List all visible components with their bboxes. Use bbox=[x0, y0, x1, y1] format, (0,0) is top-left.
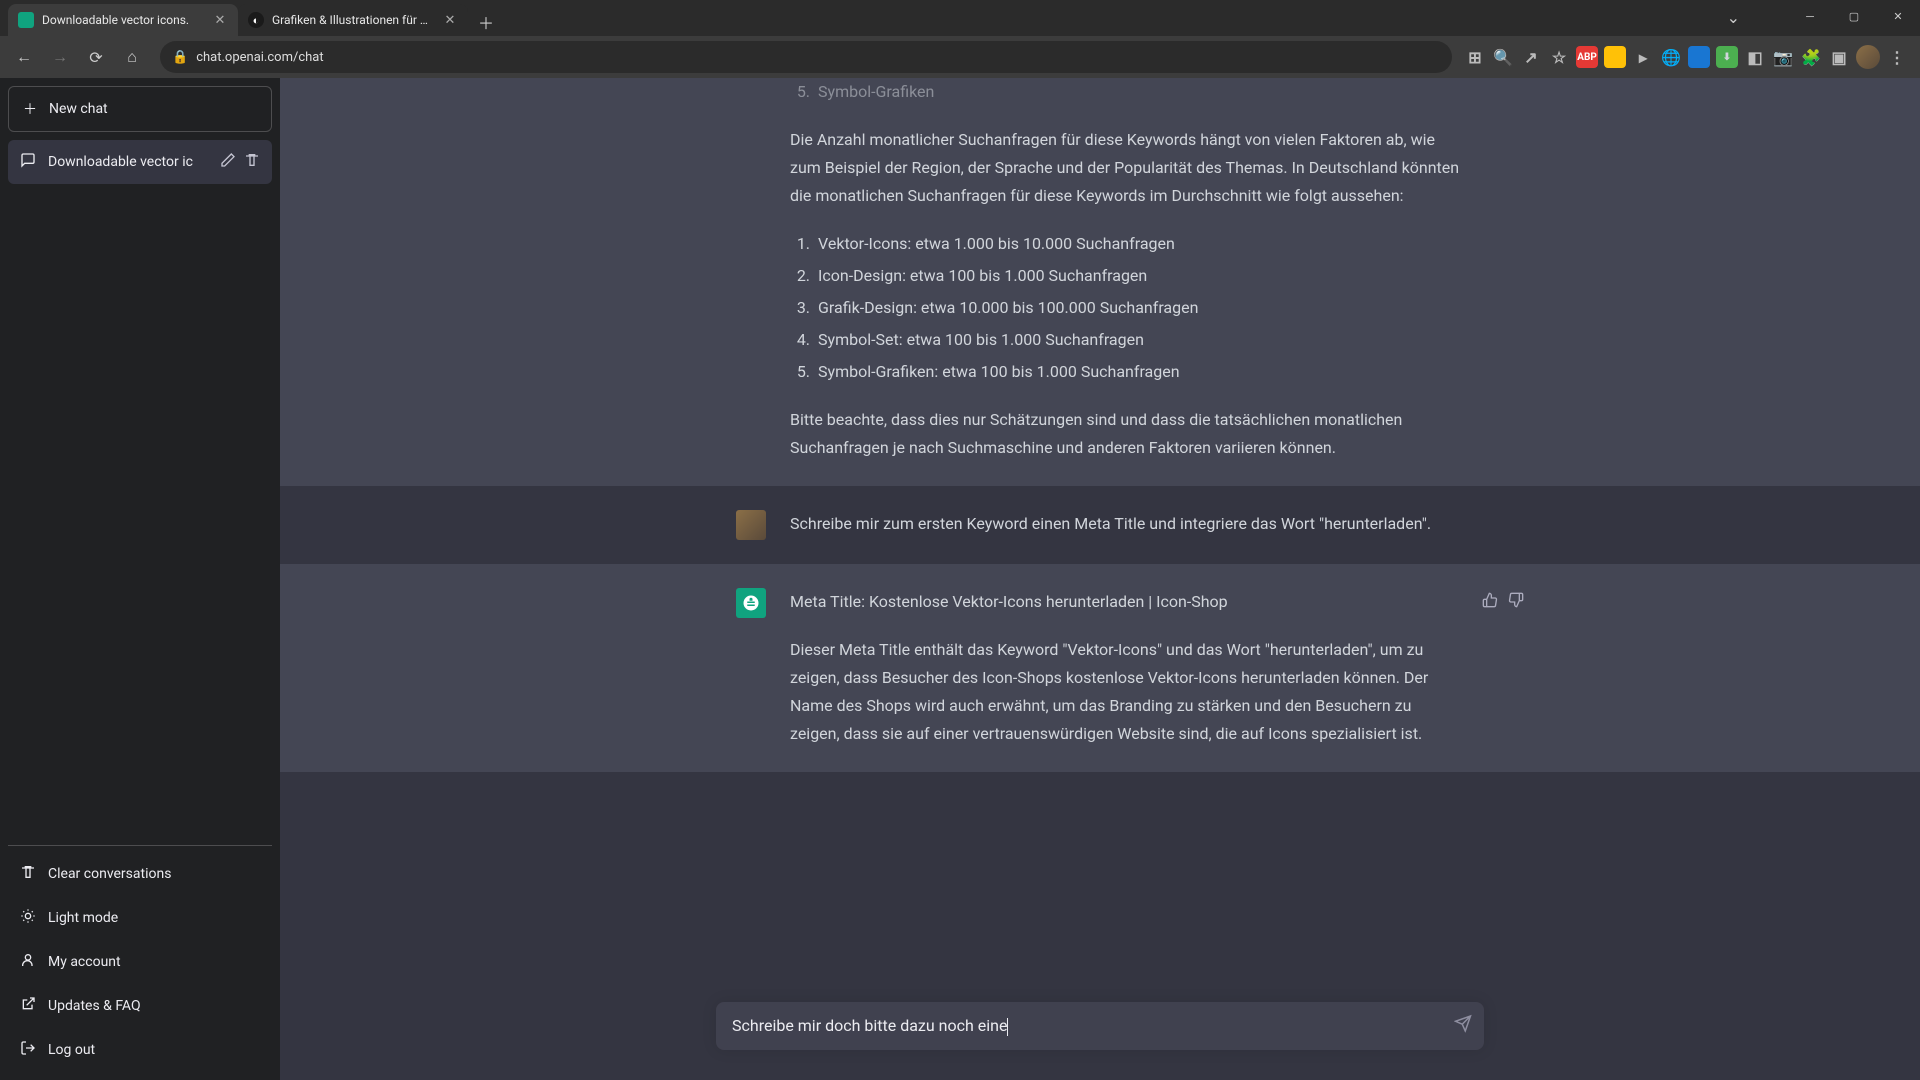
profile-avatar[interactable] bbox=[1856, 45, 1880, 69]
adblock-icon[interactable]: ABP bbox=[1576, 46, 1598, 68]
paragraph: Dieser Meta Title enthält das Keyword "V… bbox=[790, 636, 1464, 748]
star-icon[interactable]: ☆ bbox=[1548, 46, 1570, 68]
tab-close-icon[interactable]: ✕ bbox=[212, 12, 228, 28]
message-content: Symbol-Grafiken Die Anzahl monatlicher S… bbox=[790, 78, 1464, 462]
external-link-icon bbox=[20, 996, 36, 1016]
back-button[interactable]: ← bbox=[8, 41, 40, 73]
new-tab-button[interactable]: ＋ bbox=[472, 8, 500, 36]
list-item: Symbol-Set: etwa 100 bis 1.000 Suchanfra… bbox=[814, 326, 1464, 354]
new-chat-button[interactable]: ＋ New chat bbox=[8, 86, 272, 132]
thumbs-down-icon[interactable] bbox=[1508, 592, 1524, 612]
puzzle-icon[interactable]: 🧩 bbox=[1800, 46, 1822, 68]
tab-title: Downloadable vector icons. bbox=[42, 13, 204, 27]
new-chat-label: New chat bbox=[49, 101, 108, 117]
camera-icon[interactable]: 📷 bbox=[1772, 46, 1794, 68]
input-value: Schreibe mir doch bitte dazu noch eine bbox=[732, 1016, 1007, 1035]
logout-button[interactable]: Log out bbox=[8, 1028, 272, 1072]
home-button[interactable]: ⌂ bbox=[116, 41, 148, 73]
sidebar: ＋ New chat Downloadable vector ic bbox=[0, 78, 280, 1080]
extension-icon[interactable]: ▸ bbox=[1632, 46, 1654, 68]
extension-icon[interactable] bbox=[1688, 46, 1710, 68]
conversation-item[interactable]: Downloadable vector ic bbox=[8, 140, 272, 184]
list-item: Symbol-Grafiken bbox=[814, 78, 1464, 106]
ai-message: Meta Title: Kostenlose Vektor-Icons heru… bbox=[280, 564, 1920, 772]
light-mode-button[interactable]: Light mode bbox=[8, 896, 272, 940]
sun-icon bbox=[20, 908, 36, 928]
conversation-title: Downloadable vector ic bbox=[48, 154, 208, 170]
chat-input[interactable]: Schreibe mir doch bitte dazu noch eine bbox=[716, 1002, 1484, 1050]
logout-label: Log out bbox=[48, 1042, 95, 1058]
ai-avatar bbox=[736, 588, 766, 618]
forward-button[interactable]: → bbox=[44, 41, 76, 73]
light-mode-label: Light mode bbox=[48, 910, 118, 926]
tab-title: Grafiken & Illustrationen für Vekt bbox=[272, 13, 434, 27]
globe-icon[interactable]: 🌐 bbox=[1660, 46, 1682, 68]
trash-icon[interactable] bbox=[244, 152, 260, 172]
meta-title-line: Meta Title: Kostenlose Vektor-Icons heru… bbox=[790, 588, 1464, 616]
message-content: Schreibe mir zum ersten Keyword einen Me… bbox=[790, 510, 1464, 540]
text-cursor-icon bbox=[1007, 1018, 1008, 1036]
input-area: Schreibe mir doch bitte dazu noch eine bbox=[280, 1002, 1920, 1080]
list-item: Grafik-Design: etwa 10.000 bis 100.000 S… bbox=[814, 294, 1464, 322]
extension-icon[interactable]: ◧ bbox=[1744, 46, 1766, 68]
plus-icon: ＋ bbox=[23, 99, 37, 119]
url-text: chat.openai.com/chat bbox=[196, 50, 1440, 65]
list-item: Vektor-Icons: etwa 1.000 bis 10.000 Such… bbox=[814, 230, 1464, 258]
tab-close-icon[interactable]: ✕ bbox=[442, 12, 458, 28]
list-item: Symbol-Grafiken: etwa 100 bis 1.000 Such… bbox=[814, 358, 1464, 386]
user-message: Schreibe mir zum ersten Keyword einen Me… bbox=[280, 486, 1920, 564]
browser-chrome: Downloadable vector icons. ✕ ◐ Grafiken … bbox=[0, 0, 1920, 78]
window-close-button[interactable]: ✕ bbox=[1876, 0, 1920, 32]
window-maximize-button[interactable]: ▢ bbox=[1832, 0, 1876, 32]
my-account-button[interactable]: My account bbox=[8, 940, 272, 984]
clear-conversations-button[interactable]: Clear conversations bbox=[8, 852, 272, 896]
extension-icon[interactable] bbox=[1604, 46, 1626, 68]
menu-icon[interactable]: ⋮ bbox=[1886, 46, 1908, 68]
account-label: My account bbox=[48, 954, 121, 970]
chat-icon bbox=[20, 152, 36, 172]
reload-button[interactable]: ⟳ bbox=[80, 41, 112, 73]
app: ＋ New chat Downloadable vector ic bbox=[0, 78, 1920, 1080]
thumbs-up-icon[interactable] bbox=[1482, 592, 1498, 612]
translate-icon[interactable]: ⊞ bbox=[1464, 46, 1486, 68]
tab-dropdown-icon[interactable]: ⌄ bbox=[1727, 8, 1740, 27]
logout-icon bbox=[20, 1040, 36, 1060]
lock-icon: 🔒 bbox=[172, 50, 188, 65]
paragraph: Die Anzahl monatlicher Suchanfragen für … bbox=[790, 126, 1464, 210]
edit-icon[interactable] bbox=[220, 152, 236, 172]
user-text: Schreibe mir zum ersten Keyword einen Me… bbox=[790, 510, 1464, 538]
favicon-openai-icon bbox=[18, 12, 34, 28]
message-feedback bbox=[1482, 592, 1524, 612]
user-icon bbox=[20, 952, 36, 972]
share-icon[interactable]: ↗ bbox=[1520, 46, 1542, 68]
zoom-icon[interactable]: 🔍 bbox=[1492, 46, 1514, 68]
trash-icon bbox=[20, 864, 36, 884]
message-content: Meta Title: Kostenlose Vektor-Icons heru… bbox=[790, 588, 1464, 748]
clear-label: Clear conversations bbox=[48, 866, 171, 882]
download-icon[interactable]: ⬇ bbox=[1716, 46, 1738, 68]
main-chat: Symbol-Grafiken Die Anzahl monatlicher S… bbox=[280, 78, 1920, 1080]
favicon-icon: ◐ bbox=[248, 12, 264, 28]
extension-icons: ⊞ 🔍 ↗ ☆ ABP ▸ 🌐 ⬇ ◧ 📷 🧩 ▣ ⋮ bbox=[1464, 45, 1912, 69]
browser-tab-0[interactable]: Downloadable vector icons. ✕ bbox=[8, 4, 238, 36]
user-avatar bbox=[736, 510, 766, 540]
send-button[interactable] bbox=[1454, 1015, 1472, 1038]
paragraph: Bitte beachte, dass dies nur Schätzungen… bbox=[790, 406, 1464, 462]
sidebar-footer: Clear conversations Light mode My accoun… bbox=[8, 845, 272, 1072]
browser-tab-1[interactable]: ◐ Grafiken & Illustrationen für Vekt ✕ bbox=[238, 4, 468, 36]
chat-scroll[interactable]: Symbol-Grafiken Die Anzahl monatlicher S… bbox=[280, 78, 1920, 1080]
list-item: Icon-Design: etwa 100 bis 1.000 Suchanfr… bbox=[814, 262, 1464, 290]
ai-message: Symbol-Grafiken Die Anzahl monatlicher S… bbox=[280, 78, 1920, 486]
updates-label: Updates & FAQ bbox=[48, 998, 141, 1014]
sidepanel-icon[interactable]: ▣ bbox=[1828, 46, 1850, 68]
window-minimize-button[interactable]: ─ bbox=[1788, 0, 1832, 32]
updates-faq-button[interactable]: Updates & FAQ bbox=[8, 984, 272, 1028]
url-bar[interactable]: 🔒 chat.openai.com/chat bbox=[160, 41, 1452, 73]
tab-bar: Downloadable vector icons. ✕ ◐ Grafiken … bbox=[0, 0, 1920, 36]
browser-nav-bar: ← → ⟳ ⌂ 🔒 chat.openai.com/chat ⊞ 🔍 ↗ ☆ A… bbox=[0, 36, 1920, 78]
